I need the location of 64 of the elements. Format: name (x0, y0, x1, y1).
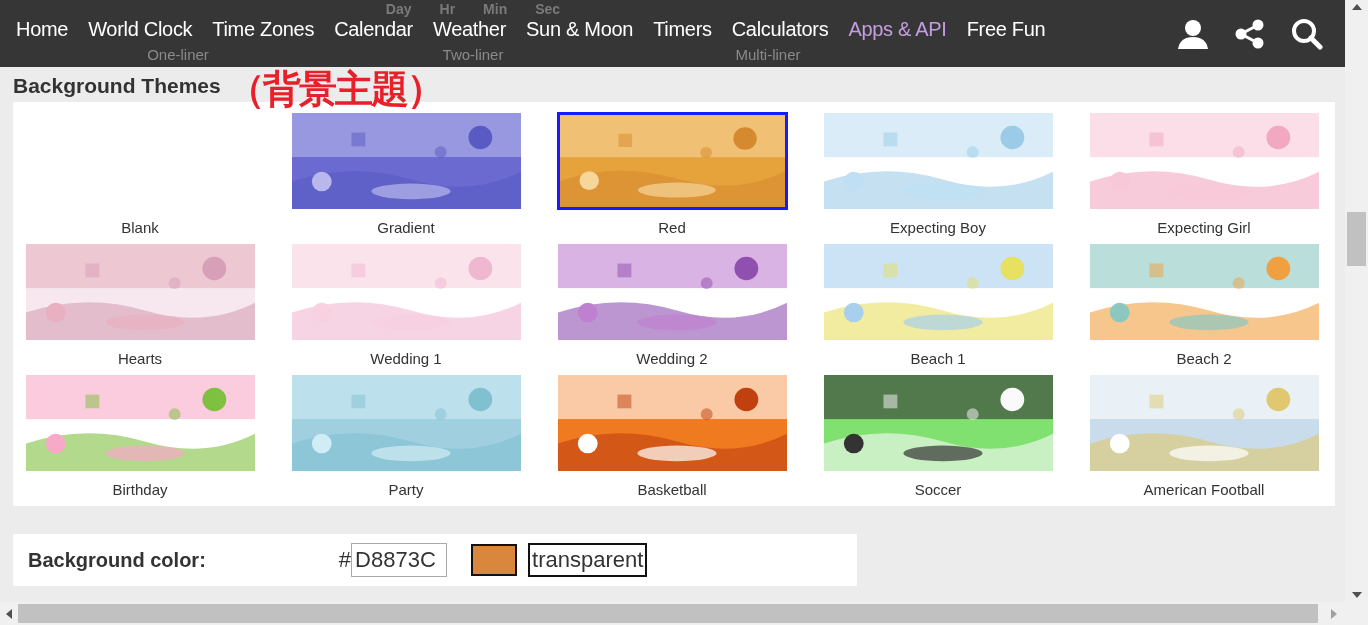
theme-thumbnail[interactable] (822, 243, 1054, 341)
annotation-text: （背景主題） (226, 65, 443, 113)
theme-label: Wedding 1 (370, 350, 442, 367)
unit-label: Hr (439, 1, 456, 17)
theme-label: Basketball (637, 481, 707, 498)
theme-thumbnail[interactable] (556, 243, 788, 341)
theme-thumbnail[interactable] (822, 112, 1054, 210)
transparent-button[interactable]: transparent (528, 543, 648, 577)
unit-label: Min (483, 1, 508, 17)
horizontal-scrollbar[interactable] (0, 602, 1368, 625)
scroll-right-icon[interactable] (1331, 608, 1337, 619)
nav-link[interactable]: Calendar (334, 18, 413, 41)
share-icon[interactable] (1235, 18, 1265, 49)
theme-thumbnail[interactable] (24, 374, 256, 472)
theme-thumbnail[interactable] (556, 112, 788, 210)
hash-sign: # (338, 547, 352, 573)
scroll-up-icon[interactable] (1351, 4, 1362, 10)
search-icon[interactable] (1291, 17, 1323, 50)
scrollbar-thumb[interactable] (18, 604, 1318, 623)
theme-label: Beach 2 (1176, 350, 1232, 367)
nav-link[interactable]: Weather (432, 18, 507, 41)
vertical-scrollbar[interactable] (1345, 0, 1368, 602)
theme-thumbnail[interactable] (290, 243, 522, 341)
theme-label: Birthday (112, 481, 168, 498)
nav-link[interactable]: Free Fun (966, 18, 1046, 41)
nav-link[interactable]: World Clock (88, 18, 193, 41)
user-icon[interactable] (1177, 17, 1209, 50)
color-input[interactable]: D8873C (351, 543, 448, 577)
theme-thumbnail[interactable] (556, 374, 788, 472)
theme-label: Beach 1 (910, 350, 966, 367)
theme-label: Expecting Boy (890, 219, 986, 236)
scrollbar-thumb[interactable] (1347, 212, 1366, 266)
theme-label: Gradient (377, 219, 435, 236)
theme-thumbnail[interactable] (1088, 374, 1320, 472)
theme-label: Blank (121, 219, 159, 236)
unit-label: Day (385, 1, 412, 17)
theme-label: American Football (1143, 481, 1265, 498)
nav-link[interactable]: Sun & Moon (526, 18, 634, 41)
theme-label: Red (658, 219, 686, 236)
style-label: Two-liner (442, 46, 504, 63)
theme-label: Soccer (914, 481, 962, 498)
theme-thumbnail[interactable] (24, 243, 256, 341)
nav-link[interactable]: Time Zones (212, 18, 315, 41)
theme-label: Expecting Girl (1157, 219, 1251, 236)
nav-link[interactable]: Home (16, 18, 69, 41)
theme-label: Party (388, 481, 424, 498)
theme-thumbnail[interactable] (290, 374, 522, 472)
section-heading: Background Themes (13, 74, 221, 98)
style-label: One-liner (147, 46, 209, 63)
theme-thumbnail[interactable] (1088, 243, 1320, 341)
nav-link[interactable]: Apps & API (848, 18, 947, 41)
theme-label: Hearts (117, 350, 163, 367)
theme-thumbnail[interactable] (1088, 112, 1320, 210)
field-label: Background color: (28, 548, 206, 572)
nav-link[interactable]: Timers (653, 18, 712, 41)
scroll-left-icon[interactable] (6, 608, 12, 619)
nav-link[interactable]: Calculators (731, 18, 829, 41)
theme-thumbnail[interactable] (822, 374, 1054, 472)
scroll-down-icon[interactable] (1351, 592, 1362, 598)
unit-label: Sec (535, 1, 561, 17)
theme-thumbnail[interactable] (290, 112, 522, 210)
style-label: Multi-liner (735, 46, 801, 63)
theme-label: Wedding 2 (636, 350, 708, 367)
color-swatch[interactable] (471, 544, 518, 576)
